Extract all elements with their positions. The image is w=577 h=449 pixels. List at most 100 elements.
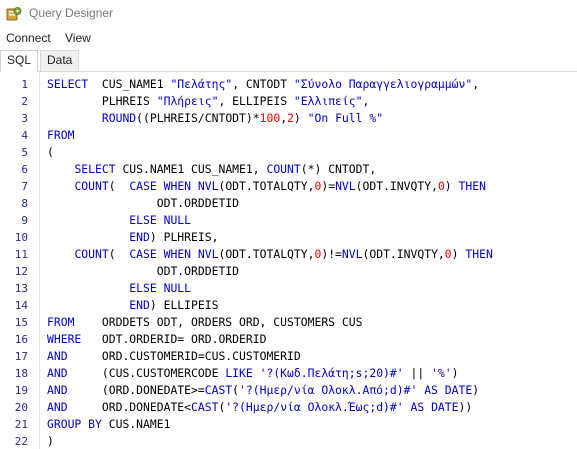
sql-keyword: THEN bbox=[458, 179, 486, 193]
sql-text: ( bbox=[47, 145, 54, 159]
sql-keyword: WHERE bbox=[47, 332, 82, 346]
sql-keyword: CASE WHEN NVL bbox=[129, 179, 219, 193]
sql-text: (CUS.CUSTOMERCODE bbox=[67, 366, 226, 380]
sql-keyword: AS DATE bbox=[424, 383, 473, 397]
sql-text: ) ELLIPEIS bbox=[149, 298, 219, 312]
line-number: 4 bbox=[21, 129, 28, 142]
sql-code-area[interactable]: SELECT CUS_NAME1 "Πελάτης", CNTODT "Σύνο… bbox=[47, 72, 575, 449]
sql-text: (ODT.TOTALQTY, bbox=[218, 179, 315, 193]
sql-text: , CNTODT bbox=[232, 77, 294, 91]
code-line: FROM bbox=[47, 127, 74, 144]
sql-text: )!= bbox=[321, 247, 342, 261]
line-number: 13 bbox=[14, 282, 28, 295]
sql-string: "Πλήρεις" bbox=[156, 94, 219, 108]
line-number: 8 bbox=[21, 197, 28, 210]
sql-editor[interactable]: 1 2 3 4 5 6 7 8 9 10 11 12 13 14 15 16 17 18 19 20 21 22 SELE… bbox=[0, 72, 577, 449]
sql-number: 2 bbox=[287, 111, 294, 125]
line-number: 14 bbox=[14, 299, 28, 312]
title-bar: Query Designer bbox=[0, 0, 577, 27]
sql-text: (ODT.INVQTY, bbox=[362, 247, 445, 261]
code-line: GROUP BY CUS.NAME1 bbox=[47, 416, 170, 433]
line-number-gutter: 1 2 3 4 5 6 7 8 9 10 11 12 13 14 15 16 17 18 19 20 21 22 bbox=[0, 72, 40, 449]
code-line: AND ORD.DONEDATE<CAST('?(Ημερ/νία Ολοκλ.… bbox=[47, 399, 472, 416]
sql-keyword: ELSE NULL bbox=[129, 281, 192, 295]
sql-keyword: CAST bbox=[191, 400, 219, 414]
code-line: ODT.ORDDETID bbox=[47, 263, 239, 280]
sql-keyword: AND bbox=[47, 400, 68, 414]
sql-text: (ODT.INVQTY, bbox=[355, 179, 438, 193]
sql-text: CUS_NAME1 bbox=[88, 77, 171, 91]
sql-string: '?(Ημερ/νία Ολοκλ.Από;d)#' bbox=[239, 383, 418, 397]
code-line: ODT.ORDDETID bbox=[47, 195, 239, 212]
code-line: END) PLHREIS, bbox=[47, 229, 218, 246]
sql-text: (ORD.DONEDATE>= bbox=[67, 383, 205, 397]
sql-text: ) bbox=[451, 247, 466, 261]
sql-number: 0 bbox=[437, 179, 445, 193]
code-line: ) bbox=[47, 433, 54, 449]
line-number: 15 bbox=[14, 316, 28, 329]
line-number: 7 bbox=[21, 180, 28, 193]
line-number: 2 bbox=[21, 95, 28, 108]
sql-string: '?(Κωδ.Πελάτη;s;20)#' bbox=[259, 366, 404, 380]
sql-text: ( bbox=[108, 247, 130, 261]
code-line: SELECT CUS.NAME1 CUS_NAME1, COUNT(*) CNT… bbox=[47, 161, 376, 178]
line-number: 12 bbox=[14, 265, 28, 278]
sql-text: ORDDETS ODT, ORDERS ORD, CUSTOMERS CUS bbox=[74, 315, 363, 329]
menu-view[interactable]: View bbox=[65, 31, 91, 45]
line-number: 16 bbox=[14, 333, 28, 346]
line-number: 22 bbox=[14, 435, 28, 448]
sql-keyword: ROUND bbox=[101, 111, 137, 125]
sql-text: PLHREIS bbox=[47, 94, 157, 108]
sql-text: (*) CNTODT, bbox=[300, 162, 377, 176]
sql-string: '?(Ημερ/νία Ολοκλ.Έως;d)#' bbox=[225, 400, 404, 414]
tab-sql[interactable]: SQL bbox=[0, 50, 39, 72]
sql-keyword: SELECT bbox=[47, 77, 89, 91]
sql-text: (ODT.TOTALQTY, bbox=[218, 247, 315, 261]
sql-text: , bbox=[472, 77, 480, 91]
line-number: 19 bbox=[14, 384, 28, 397]
sql-text: ((PLHREIS/CNTODT)* bbox=[136, 111, 260, 125]
tab-data[interactable]: Data bbox=[40, 50, 80, 71]
code-line: COUNT( CASE WHEN NVL(ODT.TOTALQTY, 0)!=NV… bbox=[47, 246, 492, 263]
sql-string: "Ελλιπείς" bbox=[293, 94, 363, 108]
code-line: END) ELLIPEIS bbox=[47, 297, 218, 314]
code-line: ( bbox=[47, 144, 54, 161]
sql-text: ORD.CUSTOMERID=CUS.CUSTOMERID bbox=[67, 349, 301, 363]
line-number: 5 bbox=[21, 146, 28, 159]
line-number: 11 bbox=[14, 248, 28, 261]
code-line: ELSE NULL bbox=[47, 212, 191, 229]
sql-keyword: COUNT bbox=[266, 162, 301, 176]
sql-number: 100 bbox=[259, 111, 281, 125]
sql-keyword: AND bbox=[47, 366, 68, 380]
code-line: COUNT( CASE WHEN NVL(ODT.TOTALQTY, 0)=NVL… bbox=[47, 178, 486, 195]
sql-keyword: NVL bbox=[335, 179, 356, 193]
sql-text: ) bbox=[451, 366, 459, 380]
code-line: SELECT CUS_NAME1 "Πελάτης", CNTODT "Σύνο… bbox=[47, 76, 479, 93]
sql-text: ) bbox=[472, 383, 480, 397]
sql-text: CUS.NAME1 bbox=[101, 417, 171, 431]
sql-keyword: AS DATE bbox=[410, 400, 459, 414]
code-line: AND ORD.CUSTOMERID=CUS.CUSTOMERID bbox=[47, 348, 301, 365]
menu-connect[interactable]: Connect bbox=[6, 31, 51, 45]
sql-keyword: NVL bbox=[341, 247, 363, 261]
line-number: 9 bbox=[21, 214, 28, 227]
code-line: AND (CUS.CUSTOMERCODE LIKE '?(Κωδ.Πελάτη… bbox=[47, 365, 459, 382]
sql-number: 0 bbox=[444, 247, 452, 261]
sql-text: ( bbox=[108, 179, 130, 193]
window-title: Query Designer bbox=[29, 6, 114, 20]
sql-text: , ELLIPEIS bbox=[218, 94, 294, 108]
line-number: 1 bbox=[21, 78, 28, 91]
sql-keyword: GROUP BY bbox=[47, 417, 102, 431]
code-line: FROM ORDDETS ODT, ORDERS ORD, CUSTOMERS … bbox=[47, 314, 362, 331]
code-line: ELSE NULL bbox=[47, 280, 191, 297]
code-line: PLHREIS "Πλήρεις", ELLIPEIS "Ελλιπείς", bbox=[47, 93, 369, 110]
sql-string: "Πελάτης" bbox=[170, 77, 233, 91]
sql-keyword: AND bbox=[47, 349, 68, 363]
